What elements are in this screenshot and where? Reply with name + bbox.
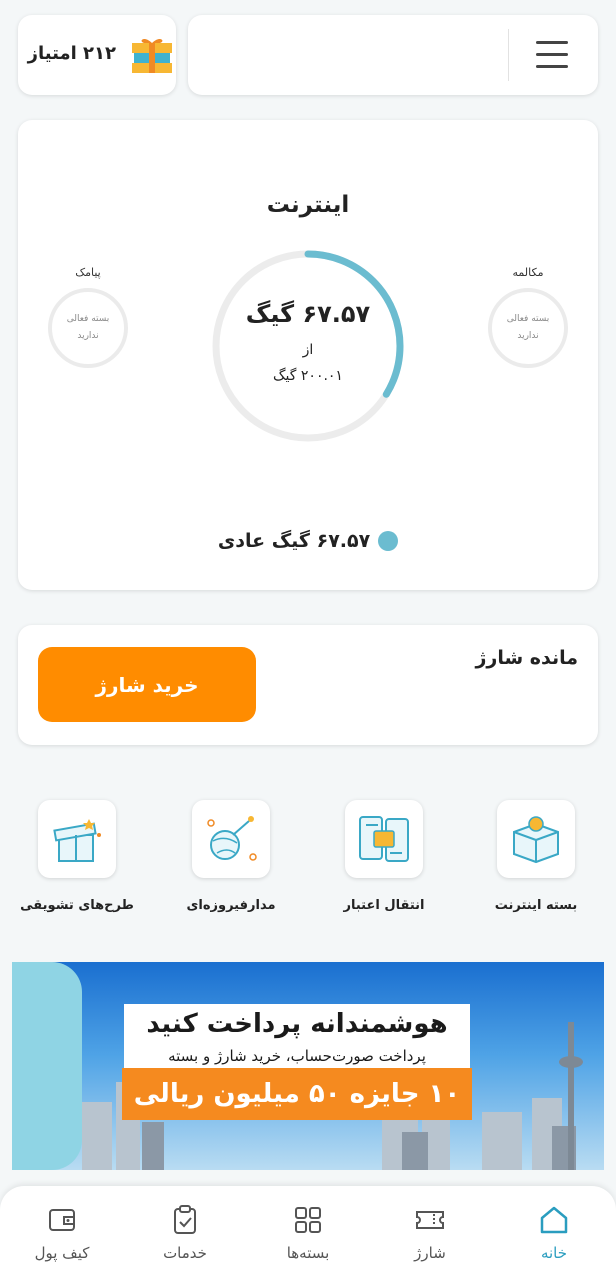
ticket-icon (416, 1211, 444, 1229)
header-bar (188, 15, 598, 95)
usage-title: اینترنت (266, 192, 350, 218)
credit-transfer-icon (359, 816, 409, 862)
banner-headline: هوشمندانه پرداخت کنید (124, 1004, 470, 1044)
service-internet-package[interactable]: بسته اینترنت (466, 800, 606, 913)
service-incentive-plans[interactable]: طرح‌های تشویقی (7, 800, 147, 913)
service-credit-transfer[interactable]: انتقال اعتبار (314, 800, 454, 913)
service-label: طرح‌های تشویقی (20, 898, 134, 913)
header-divider (508, 29, 509, 81)
gift-icon (132, 38, 172, 73)
banner-subtitle: پرداخت صورت‌حساب، خرید شارژ و بسته (124, 1044, 470, 1068)
wallet-icon (49, 1209, 75, 1231)
usage-legend: ۶۷.۵۷ گیگ عادی (18, 530, 598, 552)
nav-label: خانه (540, 1244, 568, 1262)
legend-text: ۶۷.۵۷ گیگ عادی (217, 530, 371, 552)
sms-ring[interactable]: بسته فعالی ندارید (48, 288, 128, 368)
sms-status: بسته فعالی ندارید (66, 314, 110, 341)
service-label: مدارفیروزه‌ای (186, 898, 276, 913)
home-icon (540, 1206, 568, 1234)
legend-dot (378, 531, 399, 551)
nav-label: بسته‌ها (286, 1244, 330, 1262)
buy-charge-button[interactable]: خرید شارژ (38, 647, 256, 722)
menu-icon[interactable] (536, 41, 568, 69)
nav-services[interactable]: خدمات (135, 1204, 235, 1262)
gift-box-icon (53, 819, 101, 862)
service-tile (192, 800, 270, 878)
grid-icon (295, 1207, 321, 1233)
of-label: از (302, 342, 314, 358)
service-turquoise-orbit[interactable]: مدارفیروزه‌ای (161, 800, 301, 913)
nav-charge[interactable]: شارژ (380, 1204, 480, 1262)
banner-prize: ۱۰ جایزه ۵۰ میلیون ریالی (122, 1068, 472, 1120)
nav-label: خدمات (163, 1244, 207, 1262)
nav-label: شارژ (414, 1244, 446, 1262)
bottom-nav: خانه شارژ بسته‌ها خدمات کیف پول (0, 1186, 616, 1280)
nav-packages[interactable]: بسته‌ها (258, 1204, 358, 1262)
charge-label: مانده شارژ (475, 647, 578, 669)
nav-label: کیف پول (34, 1244, 90, 1262)
service-tile (38, 800, 116, 878)
service-label: انتقال اعتبار (343, 898, 425, 913)
promo-banner[interactable]: هوشمندانه پرداخت کنید پرداخت صورت‌حساب، … (12, 962, 604, 1170)
turquoise-orbit-icon (207, 816, 257, 861)
sms-label: پیامک (75, 266, 101, 279)
remaining-value: ۶۷.۵۷ گیگ (245, 300, 371, 328)
service-tile (345, 800, 423, 878)
charge-card: مانده شارژ خرید شارژ (18, 625, 598, 745)
call-ring[interactable]: بسته فعالی ندارید (488, 288, 568, 368)
points-card[interactable]: ۲۱۲ امتیاز (18, 15, 176, 95)
clipboard-icon (174, 1205, 196, 1234)
nav-home[interactable]: خانه (504, 1204, 604, 1262)
usage-card: اینترنت پیامک بسته فعالی ندارید مکالمه ب… (18, 120, 598, 590)
points-label: ۲۱۲ امتیاز (27, 43, 116, 64)
total-value: ۲۰۰.۰۱ گیگ (273, 368, 343, 384)
internet-package-icon (513, 816, 559, 864)
nav-wallet[interactable]: کیف پول (12, 1204, 112, 1262)
service-label: بسته اینترنت (494, 898, 578, 913)
service-tile (497, 800, 575, 878)
banner-side-strip (12, 962, 82, 1170)
call-status: بسته فعالی ندارید (506, 314, 550, 341)
call-label: مکالمه (512, 266, 544, 279)
